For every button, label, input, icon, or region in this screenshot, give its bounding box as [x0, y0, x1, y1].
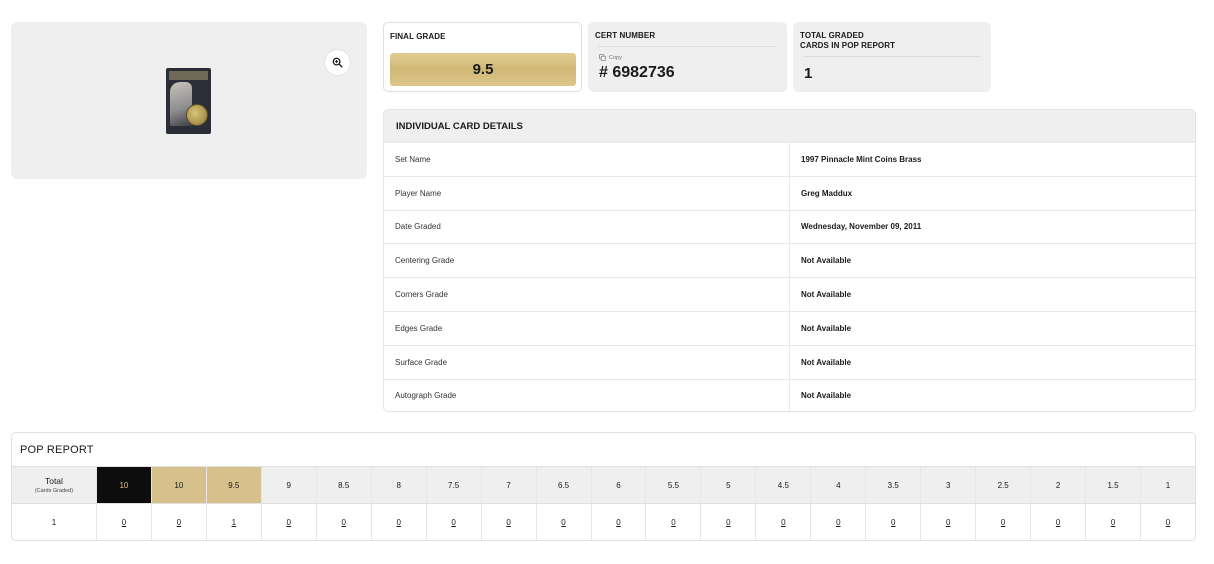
- detail-label: Date Graded: [384, 210, 790, 244]
- pop-grade-count[interactable]: 0: [1030, 504, 1085, 540]
- pop-grade-count[interactable]: 0: [260, 504, 316, 540]
- final-grade-value: 9.5: [390, 53, 576, 86]
- pop-grade-header: 7.5: [425, 467, 481, 503]
- pop-grade-header: 2: [1030, 467, 1086, 503]
- pop-report-title: POP REPORT: [20, 443, 94, 456]
- pop-grade-header: 6.5: [535, 467, 591, 503]
- detail-value: Not Available: [801, 357, 852, 367]
- pop-total-label: TOTAL GRADED CARDS IN POP REPORT: [800, 31, 895, 51]
- copy-label: Copy: [609, 54, 622, 61]
- pop-grade-header: 10: [95, 467, 151, 503]
- detail-value: Not Available: [801, 323, 852, 333]
- pop-grade-header: 5.5: [645, 467, 701, 503]
- pop-grade-header: 2.5: [975, 467, 1031, 503]
- pop-report-header-row: Total (Cards Graded) 10 10 9.5 9 8.5 8 7.5 7 6.5…: [12, 466, 1195, 503]
- detail-label: Corners Grade: [384, 278, 790, 311]
- pop-report-section: POP REPORT Total (Cards Graded) 10 10 9.5 9…: [11, 432, 1196, 541]
- detail-label: Player Name: [384, 176, 790, 210]
- final-grade-box: FINAL GRADE 9.5: [383, 22, 582, 92]
- pop-grade-count[interactable]: 0: [590, 504, 646, 540]
- pop-grade-header: 5: [700, 467, 756, 503]
- pop-grade-header: 9.5: [205, 467, 261, 503]
- cert-number-value: # 6982736: [599, 64, 675, 81]
- pop-total-value: 1: [804, 65, 813, 82]
- pop-grade-header: 8.5: [315, 467, 371, 503]
- copy-button[interactable]: Copy: [599, 54, 622, 61]
- card-details-header: INDIVIDUAL CARD DETAILS: [384, 110, 1195, 142]
- pop-grade-header: 3: [920, 467, 976, 503]
- detail-value: Not Available: [801, 256, 852, 266]
- pop-grade-count[interactable]: 0: [865, 504, 920, 540]
- zoom-in-icon: [332, 57, 343, 68]
- pop-total-label-line2: CARDS IN POP REPORT: [800, 41, 896, 50]
- detail-value: Greg Maddux: [801, 188, 853, 198]
- copy-icon: [599, 54, 606, 61]
- detail-row-centering-grade: Centering Grade Not Available: [384, 243, 1195, 278]
- pop-grade-header: 1.5: [1085, 467, 1141, 503]
- divider: [598, 46, 777, 47]
- pop-grade-count[interactable]: 0: [95, 504, 151, 540]
- detail-value: Not Available: [801, 391, 852, 401]
- detail-row-date-graded: Date Graded Wednesday, November 09, 2011: [384, 209, 1195, 244]
- pop-grade-header: 1: [1140, 467, 1195, 503]
- pop-total-label-line1: TOTAL GRADED: [800, 31, 864, 40]
- detail-value: Wednesday, November 09, 2011: [801, 222, 922, 232]
- card-header-graphic: [169, 71, 208, 80]
- pop-grade-header: 6: [590, 467, 646, 503]
- pop-grade-count[interactable]: 0: [975, 504, 1030, 540]
- detail-label: Autograph Grade: [384, 379, 790, 411]
- divider: [803, 56, 981, 57]
- pop-total-header: Total (Cards Graded): [12, 467, 96, 503]
- detail-row-player-name: Player Name Greg Maddux: [384, 175, 1195, 210]
- detail-row-corners-grade: Corners Grade Not Available: [384, 277, 1195, 311]
- card-coin-graphic: [186, 104, 208, 126]
- pop-report-table: Total (Cards Graded) 10 10 9.5 9 8.5 8 7.5 7 6.5…: [12, 466, 1195, 540]
- pop-grade-header: 3.5: [865, 467, 921, 503]
- zoom-button[interactable]: [325, 50, 350, 75]
- pop-grade-header: 10: [150, 467, 206, 503]
- detail-label: Surface Grade: [384, 345, 790, 379]
- detail-row-set-name: Set Name 1997 Pinnacle Mint Coins Brass: [384, 142, 1195, 176]
- pop-total-box: TOTAL GRADED CARDS IN POP REPORT 1: [793, 22, 991, 92]
- pop-grade-header: 4: [810, 467, 866, 503]
- pop-grade-count[interactable]: 0: [150, 504, 206, 540]
- detail-label: Set Name: [384, 143, 790, 176]
- pop-grade-count[interactable]: 0: [1085, 504, 1140, 540]
- pop-grade-count[interactable]: 0: [755, 504, 810, 540]
- pop-total-header-sublabel: (Cards Graded): [34, 488, 74, 494]
- pop-grade-count[interactable]: 0: [810, 504, 865, 540]
- pop-grade-count[interactable]: 0: [1140, 504, 1195, 540]
- card-image[interactable]: [166, 68, 211, 134]
- detail-value: 1997 Pinnacle Mint Coins Brass: [801, 154, 922, 164]
- pop-grade-count[interactable]: 0: [425, 504, 481, 540]
- pop-total-count: 1: [51, 518, 57, 527]
- detail-row-autograph-grade: Autograph Grade Not Available: [384, 378, 1195, 411]
- pop-grade-count[interactable]: 0: [535, 504, 591, 540]
- pop-total-header-label: Total: [44, 476, 63, 486]
- pop-grade-count[interactable]: 0: [700, 504, 755, 540]
- cert-number-box: CERT NUMBER Copy # 6982736: [588, 22, 787, 92]
- pop-grade-header: 9: [260, 467, 316, 503]
- cert-number-label: CERT NUMBER: [595, 31, 656, 40]
- detail-value: Not Available: [801, 290, 852, 300]
- card-image-panel: [11, 22, 367, 179]
- pop-grade-header: 8: [370, 467, 426, 503]
- final-grade-label: FINAL GRADE: [390, 32, 446, 41]
- pop-grade-count[interactable]: 0: [645, 504, 700, 540]
- detail-row-surface-grade: Surface Grade Not Available: [384, 344, 1195, 379]
- pop-grade-count[interactable]: 0: [315, 504, 371, 540]
- pop-grade-count[interactable]: 0: [480, 504, 536, 540]
- pop-grade-count[interactable]: 1: [205, 504, 261, 540]
- detail-label: Centering Grade: [384, 244, 790, 278]
- detail-row-edges-grade: Edges Grade Not Available: [384, 310, 1195, 345]
- card-details-table: INDIVIDUAL CARD DETAILS Set Name 1997 Pi…: [383, 109, 1196, 412]
- pop-grade-count[interactable]: 0: [370, 504, 426, 540]
- pop-grade-count[interactable]: 0: [920, 504, 975, 540]
- pop-report-count-row: 1 00100000000000000000: [12, 503, 1195, 540]
- pop-grade-header: 4.5: [755, 467, 811, 503]
- pop-grade-header: 7: [480, 467, 536, 503]
- detail-label: Edges Grade: [384, 311, 790, 345]
